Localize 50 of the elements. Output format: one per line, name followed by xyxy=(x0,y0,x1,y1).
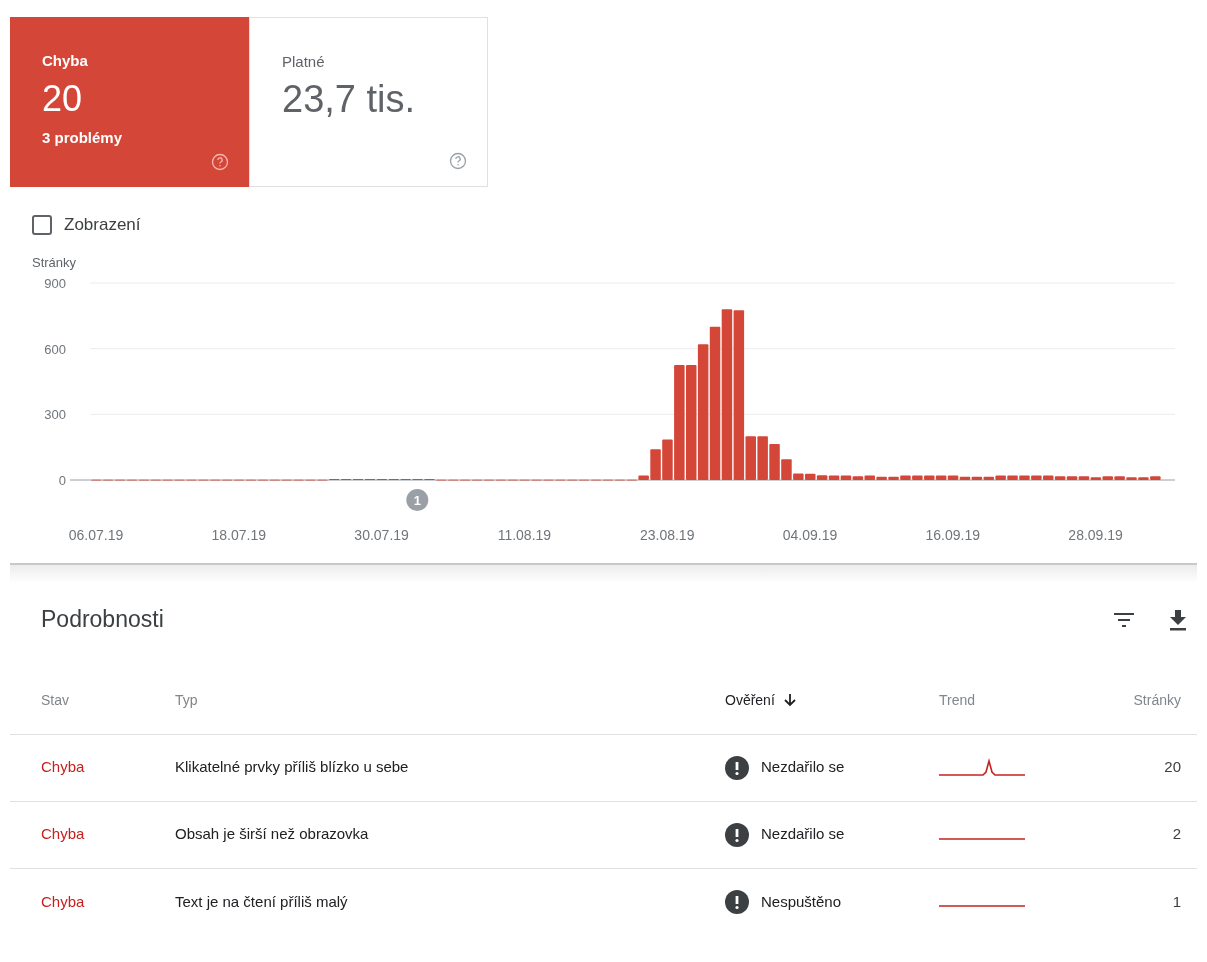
y-tick-label: 900 xyxy=(44,275,66,291)
sort-arrow-icon[interactable] xyxy=(782,693,797,707)
page-count: 1 xyxy=(1171,891,1181,912)
card-subtitle: 3 problémy xyxy=(42,127,124,148)
y-tick-label: 600 xyxy=(44,341,66,357)
issue-type[interactable]: Klikatelné prvky příliš blízko u sebe xyxy=(175,756,725,779)
y-tick-label: 0 xyxy=(58,472,66,488)
summary-card[interactable]: Chyba 20 3 problémy xyxy=(10,17,249,187)
column-header[interactable]: Stránky xyxy=(1133,689,1181,711)
status-text: Chyba xyxy=(41,757,86,778)
validation-status: Nezdařilo se xyxy=(761,824,845,845)
checkbox-label: Zobrazení xyxy=(64,214,141,236)
status-text: Chyba xyxy=(41,891,86,912)
column-header[interactable]: Trend xyxy=(939,689,976,711)
summary-card[interactable]: Platné 23,7 tis. xyxy=(249,17,488,187)
section-title: Podrobnosti xyxy=(41,605,164,635)
issue-type[interactable]: Obsah je širší než obrazovka xyxy=(175,823,725,846)
column-header[interactable]: Stav xyxy=(41,689,69,711)
column-header[interactable]: Typ xyxy=(175,689,198,711)
x-tick-label: 18.07.19 xyxy=(211,526,267,543)
checkbox[interactable] xyxy=(32,214,52,235)
axis-title: Stránky xyxy=(32,254,77,270)
download-icon[interactable] xyxy=(1169,608,1187,631)
card-label: Platné xyxy=(282,52,326,72)
column-header[interactable]: Ověření xyxy=(725,689,775,711)
x-tick-label: 23.08.19 xyxy=(639,526,695,543)
x-tick-label: 06.07.19 xyxy=(68,526,124,543)
help-icon[interactable] xyxy=(211,153,229,171)
x-tick-label: 04.09.19 xyxy=(782,526,838,543)
x-tick-label: 30.07.19 xyxy=(354,526,409,543)
issue-type[interactable]: Text je na čtení příliš malý xyxy=(175,890,725,914)
validation-status: Nespuštěno xyxy=(761,891,842,912)
x-tick-label: 28.09.19 xyxy=(1068,526,1123,543)
card-value: 20 xyxy=(42,80,84,117)
x-tick-label: 11.08.19 xyxy=(497,526,552,543)
alert-icon xyxy=(725,822,749,847)
annotation-marker[interactable]: 1 xyxy=(406,488,429,511)
bar xyxy=(757,435,768,480)
status-text: Chyba xyxy=(41,824,86,845)
page-count: 20 xyxy=(1163,757,1181,778)
filter-icon[interactable] xyxy=(1113,611,1135,628)
validation-status: Nezdařilo se xyxy=(761,757,845,778)
card-label: Chyba xyxy=(42,51,89,71)
card-value: 23,7 tis. xyxy=(282,79,417,118)
alert-icon xyxy=(725,890,749,914)
page-count: 2 xyxy=(1171,824,1181,845)
x-tick-label: 16.09.19 xyxy=(925,526,981,543)
help-icon[interactable] xyxy=(449,152,467,170)
alert-icon xyxy=(725,755,749,780)
y-tick-label: 300 xyxy=(44,406,66,422)
